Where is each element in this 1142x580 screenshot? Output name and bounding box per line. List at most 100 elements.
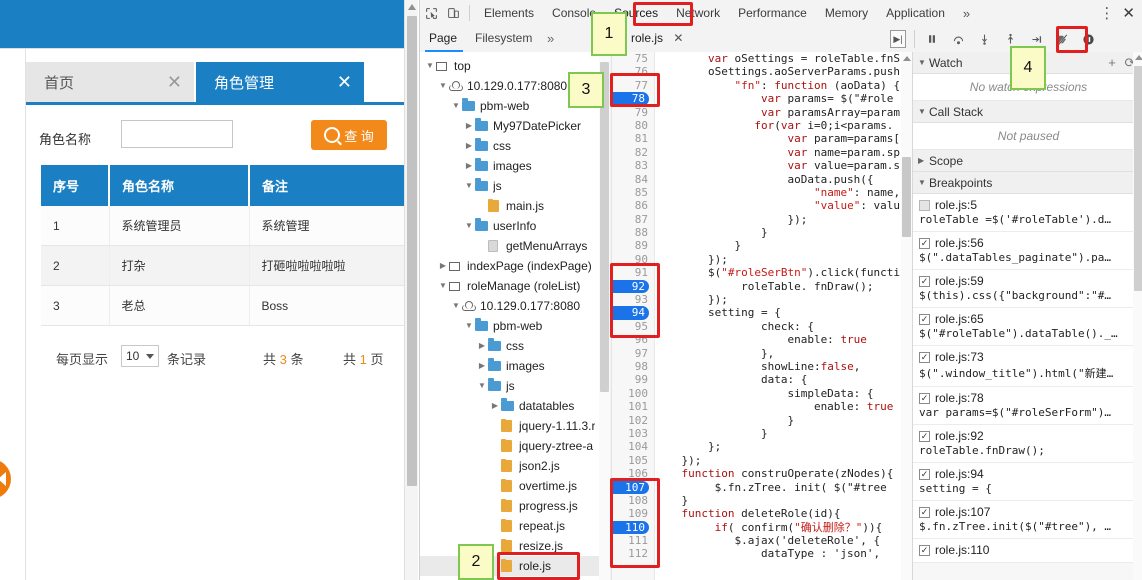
line-number-breakpoint[interactable]: 110	[612, 520, 649, 535]
breakpoint-checkbox[interactable]: ✓	[919, 430, 930, 442]
file-tree-item[interactable]: ▼ roleManage (roleList)	[420, 276, 610, 296]
code-line[interactable]: var param=params[	[655, 132, 900, 145]
chevron-right-icon[interactable]: ▶	[463, 160, 475, 172]
breakpoint-checkbox[interactable]: ✓	[919, 313, 930, 325]
line-number[interactable]: 83	[612, 159, 654, 172]
chevron-down-icon[interactable]: ▼	[463, 220, 475, 232]
breakpoint-item[interactable]: ✓ role.js:65 $("#roleTable").dataTable()._…	[913, 308, 1142, 346]
code-line[interactable]: var value=param.s	[655, 159, 900, 172]
chevron-right-icon[interactable]: ▶	[476, 360, 488, 372]
file-tree-scrollbar[interactable]	[599, 52, 610, 580]
file-tree-item[interactable]: ▼ userInfo	[420, 216, 610, 236]
scrollbar-thumb[interactable]	[600, 62, 609, 392]
tab-performance[interactable]: Performance	[729, 1, 816, 26]
breakpoint-checkbox[interactable]: ✓	[919, 275, 930, 287]
tab-application[interactable]: Application	[877, 1, 954, 26]
code-line[interactable]: };	[655, 440, 900, 453]
line-number[interactable]: 90	[612, 253, 654, 266]
code-line[interactable]: });	[655, 454, 900, 467]
device-toolbar-icon[interactable]	[442, 2, 464, 24]
role-name-input[interactable]	[121, 120, 233, 148]
search-button[interactable]: 查 询	[311, 120, 387, 150]
breakpoint-checkbox[interactable]	[919, 199, 930, 211]
sidebar-collapse-handle[interactable]	[0, 459, 11, 499]
line-number[interactable]: 87	[612, 213, 654, 226]
breakpoint-item[interactable]: ✓ role.js:107 $.fn.zTree.init($("#tree"), …	[913, 501, 1142, 539]
line-number[interactable]: 112	[612, 547, 654, 560]
file-tree-item[interactable]: json2.js	[420, 456, 610, 476]
code-line[interactable]: }	[655, 494, 900, 507]
code-line[interactable]: roleTable. fnDraw();	[655, 280, 900, 293]
file-tree-item[interactable]: ▶ css	[420, 336, 610, 356]
file-tree-item[interactable]: ▼ js	[420, 376, 610, 396]
line-number[interactable]: 79	[612, 106, 654, 119]
subtab-page[interactable]: Page	[429, 26, 457, 51]
code-line[interactable]: aoData.push({	[655, 173, 900, 186]
file-tree-item[interactable]: ▶ My97DatePicker	[420, 116, 610, 136]
line-number-breakpoint[interactable]: 92	[612, 279, 649, 294]
code-line[interactable]: data: {	[655, 373, 900, 386]
expand-sidebar-icon[interactable]: ▶|	[890, 30, 906, 48]
line-number[interactable]: 99	[612, 373, 654, 386]
line-number-breakpoint[interactable]: 78	[612, 92, 649, 106]
file-tree-item[interactable]: ▼ 10.129.0.177:8080	[420, 296, 610, 316]
code-line[interactable]: }	[655, 414, 900, 427]
tab-memory[interactable]: Memory	[816, 1, 877, 26]
line-number[interactable]: 106	[612, 467, 654, 480]
breakpoint-checkbox[interactable]: ✓	[919, 351, 930, 363]
line-number[interactable]: 93	[612, 293, 654, 306]
chevron-right-icon[interactable]: ▶	[489, 400, 501, 412]
pause-script-button[interactable]	[920, 27, 944, 51]
file-tree-item[interactable]: ▶ datatables	[420, 396, 610, 416]
code-line[interactable]: dataType : 'json',	[655, 547, 900, 560]
chevron-right-icon[interactable]: ▶	[476, 340, 488, 352]
deactivate-breakpoints-button[interactable]	[1050, 27, 1074, 51]
chevron-down-icon[interactable]: ▼	[450, 300, 462, 312]
file-tree-item[interactable]: role.js	[420, 556, 610, 576]
line-number[interactable]: 104	[612, 440, 654, 453]
code-line[interactable]: simpleData: {	[655, 387, 900, 400]
line-number[interactable]: 98	[612, 360, 654, 373]
file-tree-item[interactable]: ▼ pbm-web	[420, 316, 610, 336]
file-tree-item[interactable]: progress.js	[420, 496, 610, 516]
breakpoint-item[interactable]: ✓ role.js:73 $(".window_title").html("新建…	[913, 346, 1142, 387]
code-line[interactable]: function deleteRole(id){	[655, 507, 900, 520]
page-vertical-scrollbar[interactable]	[404, 0, 418, 580]
chevron-down-icon[interactable]: ▼	[463, 180, 475, 192]
chevron-down-icon[interactable]: ▼	[437, 280, 449, 292]
code-line[interactable]: $("#roleSerBtn").click(functi	[655, 266, 900, 279]
breakpoint-item[interactable]: ✓ role.js:56 $(".dataTables_paginate").pa…	[913, 232, 1142, 270]
line-number[interactable]: 95	[612, 320, 654, 333]
code-line[interactable]: }	[655, 239, 900, 252]
line-number[interactable]: 108	[612, 494, 654, 507]
file-navigator[interactable]: ▼ top ▼ 10.129.0.177:8080 ▼ pbm-web ▶ My97DateP…	[420, 52, 610, 580]
page-tab-role-manage[interactable]: 角色管理 ✕	[196, 62, 364, 102]
line-number[interactable]: 97	[612, 347, 654, 360]
breakpoint-item[interactable]: ✓ role.js:110	[913, 539, 1142, 563]
breakpoint-checkbox[interactable]: ✓	[919, 544, 930, 556]
page-tab-home[interactable]: 首页 ✕	[26, 62, 194, 102]
table-row[interactable]: 3 老总 Boss	[41, 285, 411, 326]
scroll-up-arrow-icon[interactable]	[408, 4, 416, 10]
code-vertical-scrollbar[interactable]	[901, 52, 912, 580]
file-tree-item[interactable]: ▶ indexPage (indexPage)	[420, 256, 610, 276]
scrollbar-thumb[interactable]	[1134, 66, 1142, 291]
line-number[interactable]: 102	[612, 414, 654, 427]
code-line[interactable]: showLine:false,	[655, 360, 900, 373]
code-line[interactable]: var oSettings = roleTable.fnS	[655, 52, 900, 65]
line-number[interactable]: 109	[612, 507, 654, 520]
line-number[interactable]: 100	[612, 387, 654, 400]
code-line[interactable]: oSettings.aoServerParams.push	[655, 65, 900, 78]
chevron-down-icon[interactable]: ▼	[450, 100, 462, 112]
table-row[interactable]: 2 打杂 打砸啦啦啦啦啦	[41, 245, 411, 286]
line-number[interactable]: 88	[612, 226, 654, 239]
code-line[interactable]: var paramsArray=param	[655, 106, 900, 119]
file-tree-item[interactable]: ▶ images	[420, 356, 610, 376]
close-icon[interactable]: ✕	[337, 73, 352, 91]
file-tree-item[interactable]: main.js	[420, 196, 610, 216]
scope-section-header[interactable]: ▶ Scope	[913, 150, 1142, 172]
add-watch-icon[interactable]: +	[1103, 55, 1121, 70]
close-icon[interactable]: ✕	[673, 31, 683, 45]
code-line[interactable]: }	[655, 226, 900, 239]
page-size-select[interactable]: 10	[121, 345, 159, 367]
